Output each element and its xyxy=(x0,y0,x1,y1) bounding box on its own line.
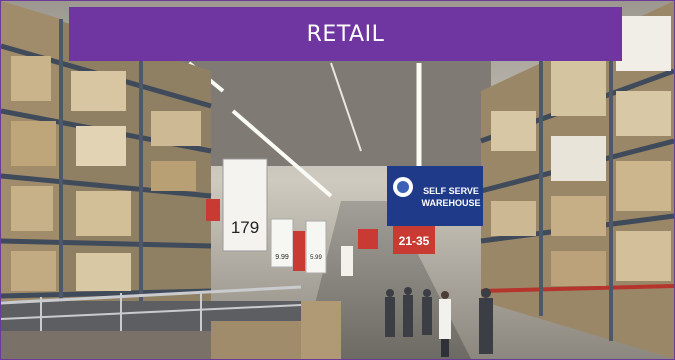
svg-text:SELF SERVE: SELF SERVE xyxy=(423,186,479,196)
red-tag-left xyxy=(206,199,220,221)
price-sign-left: 179 xyxy=(222,158,268,252)
price-sign-middle-a: 9.99 xyxy=(270,218,294,268)
photo-frame: 179 9.99 5.99 SELF SERVE WAREHOUSE 21-35 xyxy=(0,0,675,360)
svg-text:21-35: 21-35 xyxy=(399,234,430,248)
retail-banner: RETAIL xyxy=(69,7,622,61)
self-serve-warehouse-sign: SELF SERVE WAREHOUSE xyxy=(387,166,483,226)
left-price-label: 179 xyxy=(231,218,259,237)
red-tag xyxy=(293,231,305,271)
small-sign xyxy=(341,246,353,276)
aisle-range-sign: 21-35 xyxy=(393,226,435,254)
svg-text:WAREHOUSE: WAREHOUSE xyxy=(421,198,480,208)
red-tag-far xyxy=(358,229,378,249)
banner-title: RETAIL xyxy=(306,21,385,47)
price-sign-middle-b: 5.99 xyxy=(305,220,327,274)
svg-text:9.99: 9.99 xyxy=(275,254,289,261)
svg-text:5.99: 5.99 xyxy=(310,255,322,261)
